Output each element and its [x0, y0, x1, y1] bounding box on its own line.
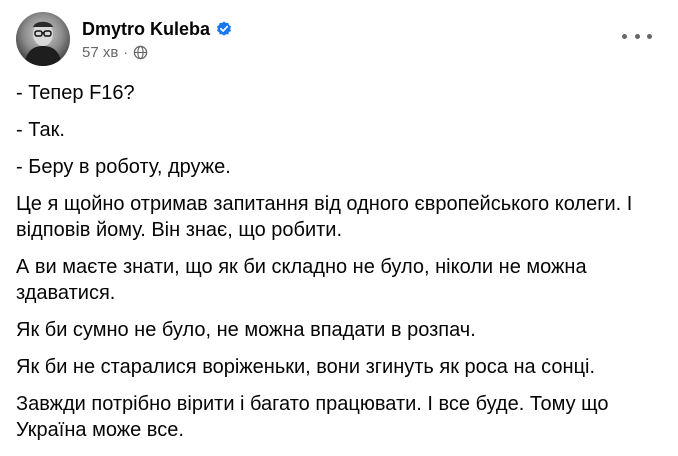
author-avatar[interactable]	[16, 12, 70, 66]
post-paragraph: Як би не старалися воріженьки, вони згин…	[16, 356, 596, 378]
post-subline: 57 хв ·	[82, 44, 232, 61]
globe-icon[interactable]	[133, 45, 148, 60]
post-paragraph: - Беру в роботу, друже.	[16, 156, 231, 178]
post-paragraph: А ви маєте знати, що як би складно не бу…	[16, 256, 587, 304]
author-row: Dmytro Kuleba	[82, 18, 232, 40]
post-meta: Dmytro Kuleba 57 хв ·	[82, 18, 232, 61]
separator-dot: ·	[123, 44, 128, 60]
menu-dot	[647, 33, 652, 39]
post-paragraph: Як би сумно не було, не можна впадати в …	[16, 319, 476, 341]
menu-dot	[622, 33, 627, 39]
author-name[interactable]: Dmytro Kuleba	[82, 18, 210, 40]
post-paragraph: - Так.	[16, 119, 65, 141]
post-paragraph: Завжди потрібно вірити і багато працюват…	[16, 393, 609, 441]
verified-badge-icon	[217, 21, 232, 36]
post-header: Dmytro Kuleba 57 хв ·	[16, 12, 232, 66]
post-paragraph: Це я щойно отримав запитання від одного …	[16, 193, 633, 241]
facebook-post: Dmytro Kuleba 57 хв · - Тепер F16? - Так…	[0, 0, 678, 456]
post-body: - Тепер F16? - Так. - Беру в роботу, дру…	[16, 80, 656, 454]
post-timestamp[interactable]: 57 хв	[82, 44, 118, 61]
post-paragraph: - Тепер F16?	[16, 82, 135, 104]
avatar-portrait-icon	[24, 21, 62, 66]
more-dots-icon[interactable]	[622, 26, 652, 46]
menu-dot	[634, 33, 640, 39]
